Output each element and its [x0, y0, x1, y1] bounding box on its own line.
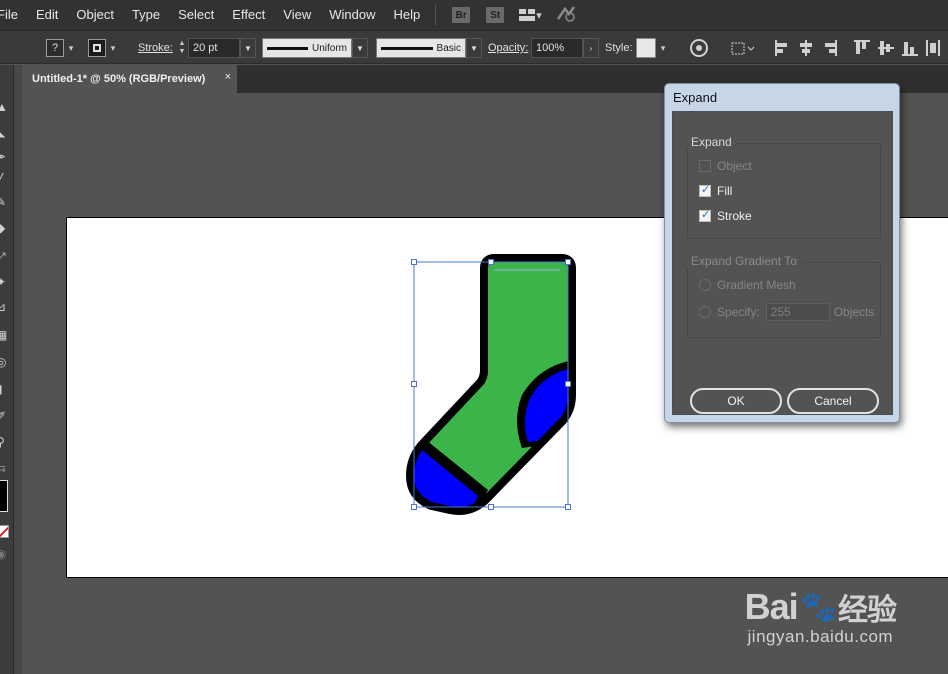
expand-group-title: Expand [683, 135, 738, 149]
object-label: Object [717, 159, 752, 173]
baidu-watermark: Bai 🐾 经验 jingyan.baidu.com [744, 585, 897, 647]
dialog-title: Expand [673, 90, 718, 105]
gradient-mesh-option[interactable]: Gradient Mesh [699, 278, 796, 292]
paw-icon: 🐾 [799, 590, 837, 624]
object-checkbox[interactable] [699, 160, 711, 172]
ok-button[interactable]: OK [690, 388, 782, 414]
objects-label: Objects [833, 305, 875, 319]
fill-option[interactable]: Fill [699, 183, 733, 198]
gradient-mesh-label: Gradient Mesh [717, 278, 796, 292]
dialog-body: Expand Object Fill Stroke Expand Gradien… [672, 111, 893, 415]
fill-checkbox[interactable] [699, 183, 711, 197]
specify-radio[interactable] [699, 306, 711, 318]
specify-option[interactable]: Specify: 255 Objects [699, 303, 874, 321]
watermark-url: jingyan.baidu.com [747, 627, 894, 646]
object-option[interactable]: Object [699, 159, 752, 173]
gradient-group [687, 262, 881, 338]
expand-dialog: Expand Expand Object Fill Stroke Expand … [664, 83, 900, 423]
specify-label: Specify: [717, 305, 760, 319]
specify-objects-input[interactable]: 255 [765, 303, 830, 321]
stroke-checkbox[interactable] [699, 208, 711, 222]
gradient-group-title: Expand Gradient To [683, 254, 803, 268]
watermark-brand: Bai 🐾 经验 [744, 586, 897, 627]
stroke-label: Stroke [717, 209, 752, 223]
gradient-mesh-radio[interactable] [699, 279, 711, 291]
cancel-button[interactable]: Cancel [787, 388, 879, 414]
fill-label: Fill [717, 184, 733, 198]
stroke-option[interactable]: Stroke [699, 208, 752, 223]
